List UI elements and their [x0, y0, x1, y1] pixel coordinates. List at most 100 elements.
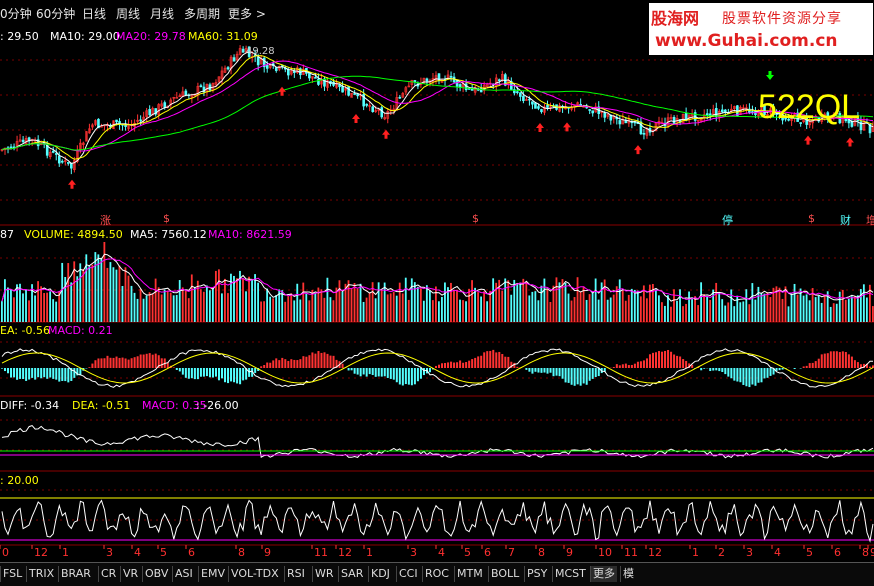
volume-bar	[592, 293, 594, 322]
indicator-tab-11[interactable]: WR	[312, 566, 336, 582]
event-limit-up[interactable]: 涨	[100, 212, 111, 228]
event-increase[interactable]: 增	[866, 212, 874, 228]
volume-bar	[330, 297, 332, 322]
indicator-tab-20[interactable]: 更多	[590, 566, 617, 582]
volume-bar	[106, 268, 108, 322]
macd-histogram-bar	[52, 368, 54, 379]
volume-bar	[788, 306, 790, 322]
indicator-tab-12[interactable]: SAR	[338, 566, 365, 582]
macd-histogram-bar	[616, 364, 618, 368]
macd-histogram-bar	[498, 352, 500, 368]
volume-bar	[646, 298, 648, 322]
event-finance[interactable]: 财	[840, 212, 851, 228]
candle-body	[10, 147, 12, 148]
macd-histogram-bar	[221, 368, 223, 378]
volume-bar	[200, 289, 202, 322]
indicator-tab-3[interactable]: BRAR	[58, 566, 93, 582]
moving-average-line	[2, 56, 873, 160]
volume-bar	[474, 288, 476, 322]
volume-ma5-label: MA5: 7560.12	[130, 228, 207, 241]
volume-bar	[688, 292, 690, 322]
volume-bar	[815, 297, 817, 322]
event-dividend[interactable]: $	[808, 212, 815, 225]
indicator-tab-5[interactable]: VR	[120, 566, 140, 582]
volume-bar	[248, 277, 250, 322]
volume-bar	[685, 304, 687, 322]
volume-bar	[369, 293, 371, 322]
macd-histogram-bar	[97, 358, 99, 368]
indicator-tab-10[interactable]: RSI	[284, 566, 307, 582]
volume-bar	[845, 300, 847, 322]
macd-histogram-bar	[100, 358, 102, 368]
event-dividend[interactable]: $	[472, 212, 479, 225]
macd-histogram-bar	[628, 365, 630, 368]
volume-bar	[613, 295, 615, 322]
indicator-tab-7[interactable]: ASI	[172, 566, 195, 582]
macd-histogram-bar	[161, 358, 163, 368]
macd-histogram-bar	[61, 368, 63, 381]
volume-bar	[227, 293, 229, 322]
stock-chart[interactable]: 012134568911121345678910111212345689	[0, 0, 874, 562]
volume-bar	[1, 301, 3, 322]
indicator-tab-6[interactable]: OBV	[142, 566, 170, 582]
volume-bar	[263, 301, 265, 322]
indicator-tab-15[interactable]: ROC	[422, 566, 451, 582]
volume-bar	[218, 269, 220, 322]
volume-bar	[290, 293, 292, 322]
macd-histogram-bar	[646, 358, 648, 368]
macd-histogram-bar	[489, 351, 491, 368]
macd-histogram-bar	[218, 368, 220, 380]
volume-bar	[167, 291, 169, 322]
macd-histogram-bar	[682, 359, 684, 368]
macd-histogram-bar	[658, 351, 660, 368]
event-dividend[interactable]: $	[163, 212, 170, 225]
x-axis-tick-label: 5	[806, 546, 813, 559]
indicator-tab-1[interactable]: FSL	[0, 566, 24, 582]
volume-bar	[381, 290, 383, 322]
volume-bar	[504, 278, 506, 322]
macd-histogram-bar	[824, 354, 826, 368]
candle-body	[456, 81, 458, 87]
indicator-tab-14[interactable]: CCI	[396, 566, 420, 582]
volume-bar	[299, 300, 301, 322]
indicator-tab-4[interactable]: CR	[98, 566, 118, 582]
moving-average-line	[2, 76, 873, 150]
candle-body	[314, 77, 316, 78]
macd-histogram-bar	[543, 368, 545, 373]
volume-bar	[745, 289, 747, 322]
indicator-tab-8[interactable]: EMV	[198, 566, 227, 582]
volume-bar	[212, 288, 214, 322]
macd-histogram-bar	[721, 368, 723, 372]
macd-histogram-bar	[763, 368, 765, 378]
macd-histogram-bar	[562, 368, 564, 379]
volume-bar	[465, 301, 467, 322]
indicator-tab-18[interactable]: PSY	[524, 566, 549, 582]
volume-bar	[797, 295, 799, 322]
event-suspend[interactable]: 停	[722, 212, 733, 228]
osc-line	[2, 500, 873, 541]
volume-bar	[257, 283, 259, 322]
indicator-tab-16[interactable]: MTM	[454, 566, 485, 582]
volume-bar	[308, 300, 310, 322]
indicator-tab-17[interactable]: BOLL	[488, 566, 521, 582]
indicator-tab-21[interactable]: 模	[620, 566, 636, 582]
macd-histogram-bar	[242, 368, 244, 380]
volume-bar	[320, 289, 322, 322]
macd-histogram-bar	[278, 360, 280, 368]
volume-bar	[537, 300, 539, 322]
volume-bar	[571, 301, 573, 322]
macd-histogram-bar	[260, 366, 262, 368]
indicator-tab-19[interactable]: MCST	[552, 566, 588, 582]
volume-bar	[188, 298, 190, 322]
volume-bar	[221, 293, 223, 322]
indicator-tab-13[interactable]: KDJ	[368, 566, 392, 582]
moving-average-line	[2, 61, 873, 151]
volume-bar	[125, 267, 127, 322]
volume-bar	[556, 277, 558, 322]
indicator-tab-9[interactable]: VOL-TDX	[228, 566, 281, 582]
volume-bar	[462, 300, 464, 322]
macd-histogram-bar	[550, 368, 552, 373]
candle-body	[70, 163, 72, 168]
indicator-tab-2[interactable]: TRIX	[26, 566, 56, 582]
volume-bar	[179, 280, 181, 322]
